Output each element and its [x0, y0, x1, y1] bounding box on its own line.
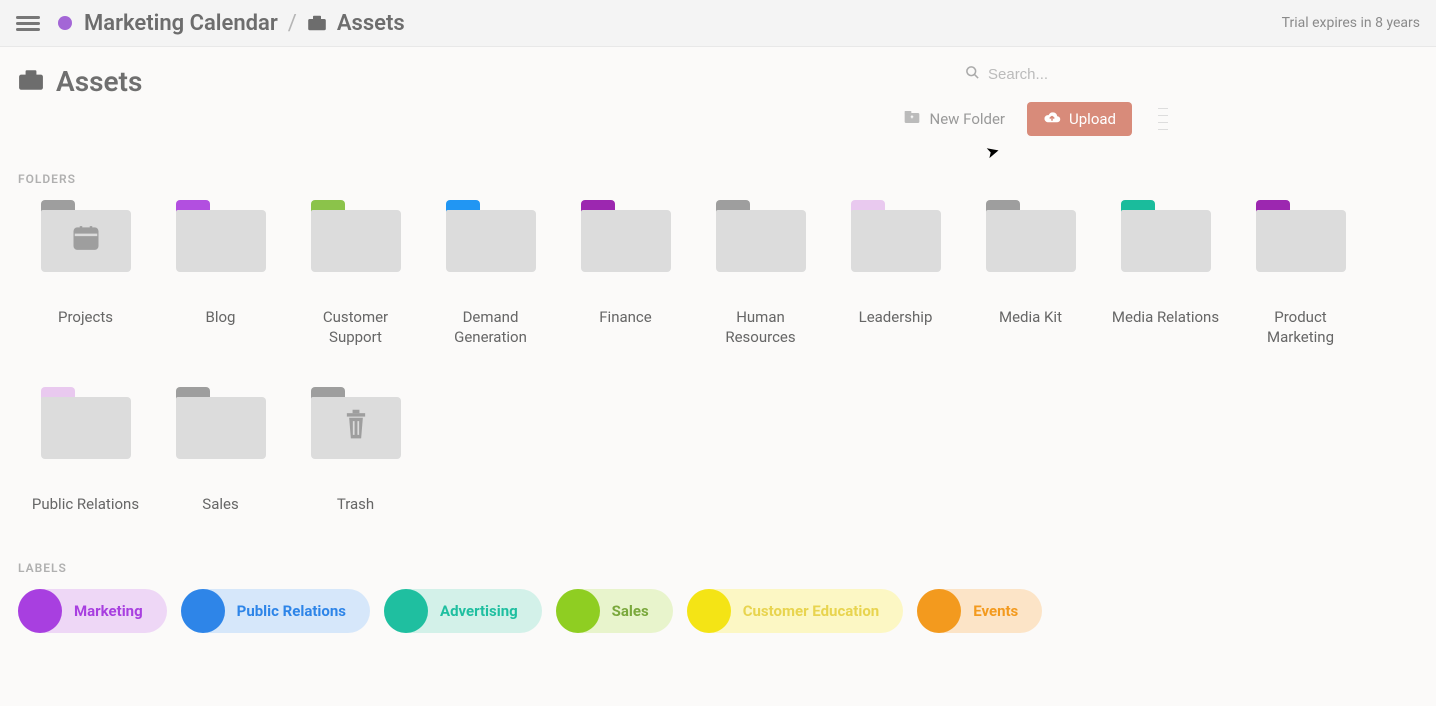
label-name: Advertising [440, 602, 518, 620]
label-pill[interactable]: Marketing [18, 589, 167, 633]
folders-heading: FOLDERS [18, 172, 1418, 186]
folder-label: Media Relations [1112, 308, 1219, 328]
folder-item[interactable]: Media Kit [963, 200, 1098, 347]
label-name: Customer Education [743, 602, 880, 620]
folder-icon [446, 200, 536, 272]
folder-item[interactable]: Public Relations [18, 387, 153, 515]
label-pill[interactable]: Events [917, 589, 1042, 633]
folder-icon [176, 387, 266, 459]
cloud-upload-icon [1043, 110, 1061, 128]
folder-icon [716, 200, 806, 272]
folder-icon [986, 200, 1076, 272]
folder-icon [176, 200, 266, 272]
new-folder-icon [904, 110, 920, 128]
folder-icon [41, 200, 131, 272]
folder-label: Sales [202, 495, 238, 515]
page-title: Assets [56, 65, 142, 98]
content-area: Assets New Folder [0, 47, 1436, 706]
labels-heading: LABELS [18, 561, 1418, 575]
breadcrumb-current[interactable]: Assets [337, 11, 405, 36]
folder-item[interactable]: Product Marketing [1233, 200, 1368, 347]
label-pill[interactable]: Advertising [384, 589, 542, 633]
workspace-status-dot [58, 16, 72, 30]
breadcrumb: Marketing Calendar / Assets [84, 11, 405, 36]
calendar-icon [71, 222, 101, 256]
labels-row: Marketing Public Relations Advertising Sale… [18, 589, 1418, 633]
label-pill[interactable]: Public Relations [181, 589, 370, 633]
folder-label: Trash [337, 495, 374, 515]
folder-item[interactable]: Sales [153, 387, 288, 515]
folder-item[interactable]: Human Resources [693, 200, 828, 347]
folder-label: Demand Generation [431, 308, 551, 347]
label-color-dot [18, 589, 62, 633]
folder-icon [41, 387, 131, 459]
folder-label: Customer Support [296, 308, 416, 347]
folder-icon [1256, 200, 1346, 272]
briefcase-icon [307, 15, 327, 31]
folder-icon [311, 387, 401, 459]
label-color-dot [384, 589, 428, 633]
folder-item[interactable]: Finance [558, 200, 693, 347]
drag-handle[interactable] [1158, 105, 1168, 133]
label-name: Sales [612, 602, 649, 620]
label-pill[interactable]: Sales [556, 589, 673, 633]
folder-item[interactable]: Media Relations [1098, 200, 1233, 347]
upload-button[interactable]: Upload [1027, 102, 1132, 136]
folder-item[interactable]: Customer Support [288, 200, 423, 347]
briefcase-icon [18, 69, 44, 95]
menu-toggle[interactable] [16, 11, 40, 35]
folder-item[interactable]: Projects [18, 200, 153, 347]
label-color-dot [181, 589, 225, 633]
label-color-dot [917, 589, 961, 633]
folder-label: Blog [206, 308, 236, 328]
folder-label: Product Marketing [1241, 308, 1361, 347]
new-folder-label: New Folder [930, 110, 1005, 128]
search-input[interactable] [988, 66, 1168, 83]
folder-label: Human Resources [701, 308, 821, 347]
folder-label: Finance [599, 308, 651, 328]
label-name: Public Relations [237, 602, 346, 620]
topbar: Marketing Calendar / Assets Trial expire… [0, 0, 1436, 47]
trash-icon [342, 409, 370, 445]
search-icon [965, 65, 980, 84]
folder-icon [1121, 200, 1211, 272]
folder-label: Leadership [859, 308, 933, 328]
folder-grid: Projects Blog Customer Support Demand Gener… [18, 200, 1418, 515]
folder-item[interactable]: Trash [288, 387, 423, 515]
folder-icon [851, 200, 941, 272]
upload-label: Upload [1069, 110, 1116, 128]
folder-icon [311, 200, 401, 272]
breadcrumb-parent[interactable]: Marketing Calendar [84, 11, 278, 36]
label-pill[interactable]: Customer Education [687, 589, 904, 633]
folder-label: Public Relations [32, 495, 139, 515]
breadcrumb-separator: / [288, 11, 297, 36]
label-color-dot [556, 589, 600, 633]
search-field[interactable] [965, 65, 1168, 84]
folder-item[interactable]: Blog [153, 200, 288, 347]
folder-icon [581, 200, 671, 272]
folder-item[interactable]: Leadership [828, 200, 963, 347]
trial-status: Trial expires in 8 years [1282, 15, 1420, 31]
label-name: Marketing [74, 602, 143, 620]
label-name: Events [973, 602, 1018, 620]
folder-label: Media Kit [999, 308, 1062, 328]
folder-item[interactable]: Demand Generation [423, 200, 558, 347]
label-color-dot [687, 589, 731, 633]
page-header: Assets New Folder [18, 65, 1418, 136]
cursor-icon: ➤ [984, 141, 1002, 163]
folder-label: Projects [58, 308, 113, 328]
new-folder-button[interactable]: New Folder [904, 110, 1005, 128]
